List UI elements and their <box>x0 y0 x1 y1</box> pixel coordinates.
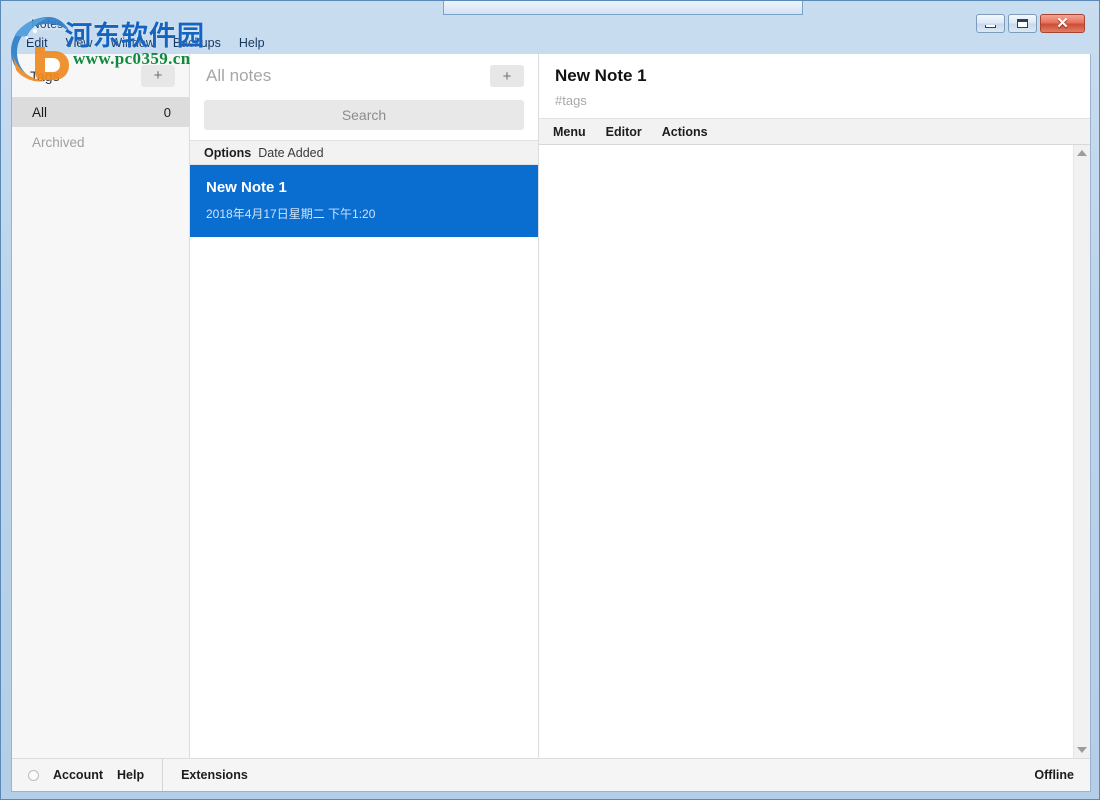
title-bar[interactable]: Notes ✕ <box>9 6 1093 32</box>
note-body-textarea[interactable] <box>539 145 1073 758</box>
application-title: Notes <box>31 17 63 31</box>
notes-list-header: All notes + <box>190 54 538 98</box>
application-window: Notes ✕ Edit View Window Backups Help Ta… <box>0 0 1100 800</box>
editor-menu-actions[interactable]: Actions <box>662 125 708 139</box>
search-input[interactable] <box>204 100 524 130</box>
editor-header <box>539 54 1090 119</box>
menu-bar: Edit View Window Backups Help <box>11 32 1091 54</box>
minimize-button[interactable] <box>976 14 1005 33</box>
note-list: New Note 1 2018年4月17日星期二 下午1:20 <box>190 165 538 758</box>
menu-item-view[interactable]: View <box>57 34 102 52</box>
extensions-button[interactable]: Extensions <box>181 768 248 782</box>
editor-menu-editor[interactable]: Editor <box>606 125 642 139</box>
menu-item-help[interactable]: Help <box>230 34 274 52</box>
status-bar-left-group: Account Help <box>28 759 163 791</box>
editor-menu-menu[interactable]: Menu <box>553 125 586 139</box>
note-item-title: New Note 1 <box>206 179 522 196</box>
tags-title: Tags <box>30 68 60 84</box>
menu-item-edit[interactable]: Edit <box>17 34 57 52</box>
search-container <box>190 98 538 140</box>
editor-body-wrapper <box>539 145 1090 758</box>
menu-item-backups[interactable]: Backups <box>164 34 230 52</box>
close-icon: ✕ <box>1056 16 1069 31</box>
client-area: Tags + All 0 Archived All notes + <box>11 54 1091 792</box>
panes-container: Tags + All 0 Archived All notes + <box>12 54 1090 758</box>
status-bar-middle-group: Extensions <box>163 759 248 791</box>
note-editor-panel: Menu Editor Actions <box>539 54 1090 758</box>
sort-mode-label[interactable]: Date Added <box>258 146 323 160</box>
menu-item-window[interactable]: Window <box>101 34 163 52</box>
note-title-input[interactable] <box>555 66 1037 86</box>
status-bar: Account Help Extensions Offline <box>12 758 1090 791</box>
add-tag-button[interactable]: + <box>141 65 175 87</box>
scroll-down-icon[interactable] <box>1077 747 1087 753</box>
sidebar-item-archived-label: Archived <box>32 135 85 150</box>
account-button[interactable]: Account <box>53 768 103 782</box>
notes-list-panel: All notes + Options Date Added New Note … <box>190 54 539 758</box>
notes-list-title: All notes <box>206 66 271 86</box>
maximize-icon <box>1017 19 1028 28</box>
maximize-button[interactable] <box>1008 14 1037 33</box>
sidebar-item-all[interactable]: All 0 <box>12 97 189 127</box>
help-button[interactable]: Help <box>117 768 144 782</box>
notes-options-bar: Options Date Added <box>190 140 538 165</box>
note-item-date: 2018年4月17日星期二 下午1:20 <box>206 205 522 222</box>
sidebar-item-archived[interactable]: Archived <box>12 127 189 157</box>
tags-header: Tags + <box>12 54 189 97</box>
connection-status: Offline <box>1034 768 1074 782</box>
tags-sidebar: Tags + All 0 Archived <box>12 54 190 758</box>
editor-vertical-scrollbar[interactable] <box>1073 145 1090 758</box>
account-status-icon <box>28 770 39 781</box>
editor-menu-bar: Menu Editor Actions <box>539 119 1090 145</box>
window-controls: ✕ <box>976 14 1085 33</box>
minimize-icon <box>985 25 996 28</box>
note-list-item[interactable]: New Note 1 2018年4月17日星期二 下午1:20 <box>190 165 538 237</box>
scroll-up-icon[interactable] <box>1077 150 1087 156</box>
add-note-button[interactable]: + <box>490 65 524 87</box>
note-tags-input[interactable] <box>555 93 1037 108</box>
close-button[interactable]: ✕ <box>1040 14 1085 33</box>
sidebar-item-all-label: All <box>32 105 47 120</box>
sidebar-item-all-count: 0 <box>164 105 171 120</box>
options-button[interactable]: Options <box>204 146 251 160</box>
